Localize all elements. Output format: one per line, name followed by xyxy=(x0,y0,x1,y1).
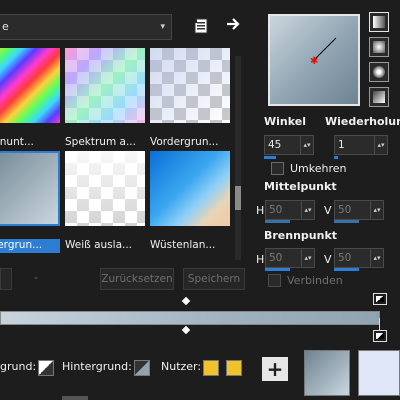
stepper-arrows-icon[interactable]: ▴▾ xyxy=(370,249,383,267)
hintergrund-label: Hintergrund: xyxy=(62,360,132,373)
sunburst-gradient-icon xyxy=(373,91,385,103)
brenn-v-label: V xyxy=(324,253,332,266)
verbinden-checkbox[interactable] xyxy=(268,274,281,287)
brenn-v-value: 50 xyxy=(338,252,352,264)
preset-label: nnenunt... xyxy=(0,136,34,148)
brenn-h-label: H xyxy=(256,253,265,266)
stepper-arrows-icon[interactable]: ▴▾ xyxy=(301,249,314,267)
preset-tile[interactable]: Vordergrun... xyxy=(150,48,230,148)
preset-scrollbar[interactable] xyxy=(235,56,241,260)
nutzer-label: Nutzer: xyxy=(161,360,202,373)
verbinden-label: Verbinden xyxy=(287,274,343,287)
preset-label: Weiß ausla... xyxy=(65,239,133,251)
preset-tile[interactable]: Spektrum a... xyxy=(65,48,145,148)
mitte-h-stepper[interactable]: 50 ▴▾ xyxy=(265,200,315,220)
wiederholung-slider[interactable] xyxy=(334,156,338,159)
umkehren-checkbox[interactable] xyxy=(271,162,284,175)
radial-style-button[interactable] xyxy=(369,62,389,82)
radial-gradient-icon xyxy=(373,66,385,78)
stepper-arrows-icon[interactable]: ▴▾ xyxy=(300,136,313,154)
preset-tile[interactable]: Wüstenlan... xyxy=(150,151,230,251)
save-button[interactable]: Speichern xyxy=(183,268,245,290)
stepper-arrows-icon[interactable]: ▴▾ xyxy=(370,201,383,219)
preset-label: ordergrun... xyxy=(0,239,60,253)
wiederholung-stepper[interactable]: 1 ▴▾ xyxy=(334,135,388,155)
rainbow-swatch xyxy=(0,48,60,123)
stepper-arrows-icon[interactable]: ▴▾ xyxy=(374,136,387,154)
sunburst-style-button[interactable] xyxy=(369,87,389,107)
preset-label: Vordergrun... xyxy=(150,136,219,148)
bottom-partial-control xyxy=(62,396,88,400)
wiederholung-value: 1 xyxy=(338,139,345,151)
rectangle-style-button[interactable] xyxy=(369,37,389,57)
mitte-h-value: 50 xyxy=(269,204,283,216)
spectrum-swatch xyxy=(65,48,145,123)
wiederholung-label: Wiederholung xyxy=(325,115,400,128)
preset-label: Spektrum a... xyxy=(65,136,136,148)
foreground-color-swatch[interactable] xyxy=(304,350,350,396)
winkel-value: 45 xyxy=(268,139,282,151)
linear-style-button[interactable] xyxy=(369,12,389,32)
umkehren-label: Umkehren xyxy=(290,162,347,175)
linear-gradient-icon xyxy=(373,16,385,28)
preset-tile[interactable]: nnenunt... xyxy=(0,48,60,148)
mittelpunkt-label: Mittelpunkt xyxy=(264,180,337,193)
foreground-background-swatch xyxy=(0,151,60,226)
brenn-h-slider[interactable] xyxy=(265,268,290,271)
winkel-slider[interactable] xyxy=(264,156,276,159)
preset-list-icon[interactable] xyxy=(190,15,212,37)
color-source-bar: grund: Hintergrund: Nutzer: + xyxy=(0,348,400,400)
preset-tile-selected[interactable]: ordergrun... xyxy=(0,151,60,253)
left-partial-button[interactable] xyxy=(0,268,12,290)
chevron-down-icon: ▾ xyxy=(160,22,165,32)
brenn-v-slider[interactable] xyxy=(334,268,359,271)
reset-button[interactable]: Zurücksetzen xyxy=(100,268,174,290)
brennpunkt-label: Brennpunkt xyxy=(264,229,338,242)
preset-category-dropdown[interactable]: e ▾ xyxy=(0,14,172,40)
brenn-h-stepper[interactable]: 50 ▴▾ xyxy=(265,248,315,268)
preset-label: Wüstenlan... xyxy=(150,239,216,251)
vordergrund-label: grund: xyxy=(0,360,37,373)
user-color-2[interactable] xyxy=(226,360,242,376)
arrow-right-icon[interactable] xyxy=(223,13,245,35)
mitte-h-slider[interactable] xyxy=(265,220,290,223)
mitte-v-slider[interactable] xyxy=(334,220,359,223)
stepper-arrows-icon[interactable]: ▴▾ xyxy=(301,201,314,219)
mitte-v-value: 50 xyxy=(338,204,352,216)
white-fade-swatch xyxy=(65,151,145,226)
preset-scrollbar-thumb[interactable] xyxy=(235,186,241,210)
winkel-stepper[interactable]: 45 ▴▾ xyxy=(264,135,314,155)
user-color-1[interactable] xyxy=(203,360,219,376)
dropdown-value: e xyxy=(2,20,9,33)
gradient-preview[interactable]: ✱ xyxy=(268,14,360,106)
preset-tile[interactable]: Weiß ausla... xyxy=(65,151,145,251)
add-color-button[interactable]: + xyxy=(262,357,288,381)
rectangular-gradient-icon xyxy=(373,41,385,53)
background-color-swatch[interactable] xyxy=(358,350,400,396)
midpoint-marker-bottom[interactable] xyxy=(181,325,191,335)
foreground-source-icon[interactable] xyxy=(38,360,54,376)
svg-text:✱: ✱ xyxy=(310,56,318,67)
opacity-stop-icon[interactable] xyxy=(373,293,387,305)
gradient-bar[interactable] xyxy=(0,311,380,325)
midpoint-marker-top[interactable] xyxy=(181,296,191,306)
preset-grid: nnenunt... Spektrum a... Vordergrun... o… xyxy=(0,48,230,253)
mitte-v-stepper[interactable]: 50 ▴▾ xyxy=(334,200,384,220)
color-stop-icon[interactable] xyxy=(373,330,387,342)
minus-button[interactable]: - xyxy=(20,268,52,290)
desert-swatch xyxy=(150,151,230,226)
background-source-icon[interactable] xyxy=(134,360,150,376)
mitte-v-label: V xyxy=(324,204,332,217)
mitte-h-label: H xyxy=(256,204,265,217)
winkel-label: Winkel xyxy=(264,115,306,128)
stop-connector xyxy=(379,318,380,330)
brenn-h-value: 50 xyxy=(269,252,283,264)
brenn-v-stepper[interactable]: 50 ▴▾ xyxy=(334,248,384,268)
foreground-transparent-swatch xyxy=(150,48,230,123)
